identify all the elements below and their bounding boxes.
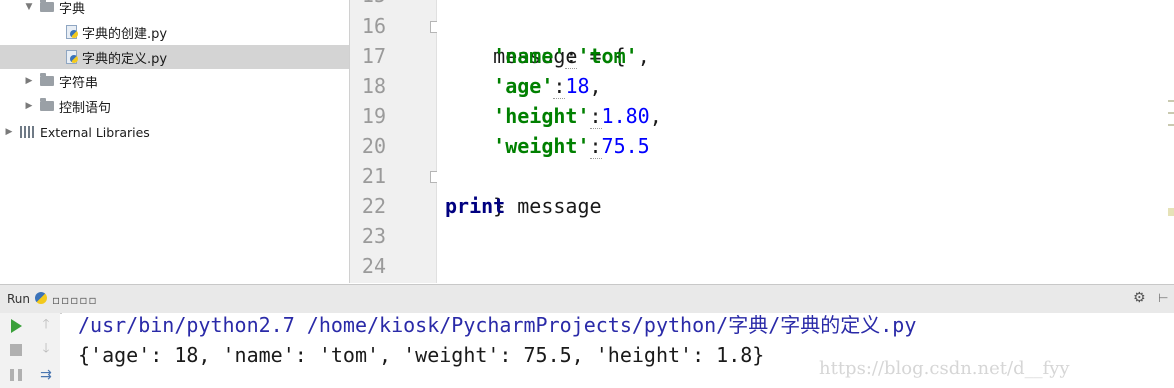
tree-item-label: 字典 [59, 1, 86, 17]
stripe-mark[interactable] [1168, 100, 1174, 102]
folder-icon [40, 98, 54, 111]
editor-error-stripe[interactable] [1166, 0, 1174, 283]
scroll-up-button[interactable]: 🡑 [36, 316, 56, 336]
code-line: message = { [493, 44, 626, 68]
arrow-down-icon: 🡓 [42, 341, 50, 356]
line-number: 23 [361, 224, 386, 248]
pause-icon [10, 369, 22, 381]
tree-item-label: 控制语句 [59, 100, 112, 116]
stripe-mark[interactable] [1168, 124, 1174, 126]
stop-button[interactable] [6, 340, 26, 360]
tree-item-file[interactable]: 字典的创建.py [0, 20, 349, 44]
run-toolbar: 🡑 🡓 ⇉ [0, 313, 60, 388]
library-icon [20, 126, 34, 138]
tree-item-external-libraries[interactable]: ▶ External Libraries [0, 120, 349, 144]
python-file-icon [66, 25, 78, 39]
chevron-down-icon[interactable]: ▼ [22, 2, 36, 12]
stripe-mark[interactable] [1168, 208, 1174, 216]
stop-icon [10, 344, 22, 356]
run-tab-label[interactable]: Run [7, 292, 30, 306]
watermark: https://blog.csdn.net/d__fyy [819, 358, 1070, 379]
stripe-mark[interactable] [1168, 112, 1174, 114]
play-icon [10, 319, 22, 333]
project-tree: ▼ 字典 字典的创建.py 字典的定义.py ▶ 字符串 ▶ 控制语句 ▶ Ex… [0, 0, 350, 283]
chevron-right-icon[interactable]: ▶ [22, 76, 36, 86]
rerun-button[interactable] [6, 316, 26, 336]
tree-item-label: 字典的创建.py [82, 26, 168, 42]
python-file-icon [66, 50, 78, 64]
soft-wrap-button[interactable]: ⇉ [36, 365, 56, 385]
folder-icon [40, 0, 54, 12]
line-number: 20 [361, 134, 386, 158]
code-editor[interactable]: message = { 'name':'tom', 'age':18, 'hei… [437, 0, 1174, 283]
arrow-up-icon: 🡑 [42, 317, 50, 332]
line-number: 18 [361, 74, 386, 98]
code-line: 'age':18, [493, 74, 602, 99]
chevron-right-icon[interactable]: ▶ [22, 101, 36, 111]
tree-item-folder[interactable]: ▼ 字典 [0, 0, 349, 19]
console-command-line: /usr/bin/python2.7 /home/kiosk/PycharmPr… [78, 313, 917, 337]
run-config-name[interactable]: ▫▫▫▫▫ [52, 293, 98, 307]
code-line: print message [445, 194, 602, 218]
tree-item-folder[interactable]: ▶ 字符串 [0, 69, 349, 93]
python-icon [35, 292, 47, 304]
line-number: 22 [361, 194, 386, 218]
tree-item-label: External Libraries [40, 124, 150, 140]
gear-icon[interactable]: ⚙ [1133, 290, 1146, 306]
tree-item-label: 字典的定义.py [82, 51, 168, 67]
code-line: 'name':'tom', [493, 44, 650, 69]
line-number: 17 [361, 44, 386, 68]
editor-gutter: 15 16 17 18 19 20 21 22 23 24 [350, 0, 442, 283]
scroll-down-button[interactable]: 🡓 [36, 340, 56, 360]
code-line: 'weight':75.5 [493, 134, 650, 159]
pause-button[interactable] [6, 365, 26, 385]
soft-wrap-icon: ⇉ [40, 367, 52, 383]
line-number: 16 [361, 14, 386, 38]
pin-icon[interactable]: ⊢ [1158, 291, 1168, 305]
tree-item-file-selected[interactable]: 字典的定义.py [0, 45, 349, 69]
line-number: 24 [361, 254, 386, 278]
code-line: } [493, 194, 506, 218]
line-number: 15 [350, 0, 386, 10]
chevron-right-icon[interactable]: ▶ [2, 127, 16, 137]
tree-item-folder[interactable]: ▶ 控制语句 [0, 94, 349, 118]
code-line: 'height':1.80, [493, 104, 662, 129]
tree-item-label: 字符串 [59, 75, 99, 91]
line-number: 19 [361, 104, 386, 128]
folder-icon [40, 73, 54, 86]
console-output-line: {'age': 18, 'name': 'tom', 'weight': 75.… [78, 343, 765, 367]
line-number: 21 [361, 164, 386, 188]
